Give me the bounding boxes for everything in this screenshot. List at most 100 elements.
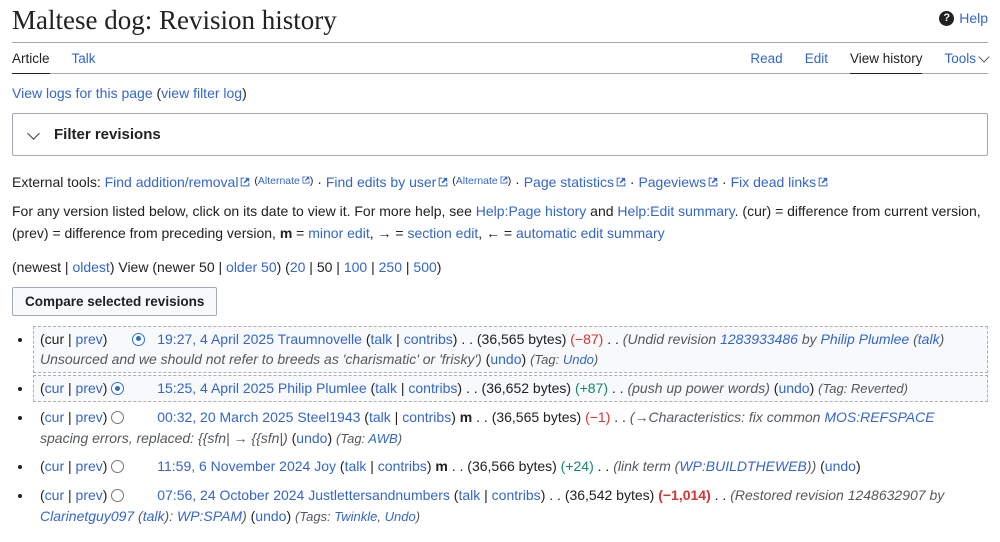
cur-link[interactable]: cur: [45, 380, 64, 396]
revision-select-radio[interactable]: [111, 410, 125, 424]
user-link[interactable]: Justlettersandnumbers: [308, 487, 450, 503]
external-link-icon: [818, 174, 828, 190]
user-contribs-link[interactable]: contribs: [492, 487, 541, 503]
inline-link[interactable]: 100: [344, 259, 367, 275]
user-link[interactable]: Traumnovelle: [278, 331, 362, 347]
paren: ): [327, 429, 333, 446]
prev-link[interactable]: prev: [76, 331, 103, 347]
tab-talk[interactable]: Talk: [72, 43, 96, 73]
inline-link[interactable]: Page statistics: [524, 174, 614, 190]
prev-link[interactable]: prev: [76, 487, 103, 503]
text-segment: →Characteristics:: [634, 408, 745, 425]
inline-link[interactable]: Help:Edit summary: [617, 203, 734, 219]
inline-link[interactable]: Undo: [563, 352, 594, 367]
text-segment: ·: [511, 174, 524, 191]
separator-dots: . .: [614, 408, 626, 425]
inline-link[interactable]: automatic edit summary: [516, 225, 665, 241]
cur-link[interactable]: cur: [45, 409, 64, 425]
inline-link[interactable]: MOS:REFSPACE: [824, 409, 934, 425]
user-talk-link[interactable]: talk: [371, 331, 393, 347]
paren: ): [540, 487, 546, 504]
tab-article[interactable]: Article: [12, 43, 50, 75]
inline-link[interactable]: WP:SPAM: [177, 508, 242, 524]
user-contribs-link[interactable]: contribs: [378, 458, 427, 474]
inline-link[interactable]: Help:Page history: [476, 203, 587, 219]
inline-link[interactable]: View logs for this page: [12, 85, 153, 101]
user-contribs-link[interactable]: contribs: [404, 331, 453, 347]
inline-link[interactable]: Find edits by user: [326, 174, 437, 190]
inline-link[interactable]: Philip Plumlee: [821, 331, 910, 347]
inline-link[interactable]: minor edit: [308, 225, 369, 241]
revision-select-radio[interactable]: [111, 489, 125, 503]
inline-link[interactable]: 500: [413, 259, 436, 275]
inline-link[interactable]: Find addition/removal: [105, 174, 239, 190]
cur-link[interactable]: cur: [45, 331, 64, 347]
inline-link[interactable]: Undo: [385, 509, 416, 524]
inline-link[interactable]: Alternate: [258, 175, 300, 187]
user-contribs-link[interactable]: contribs: [402, 409, 451, 425]
revision-date-link[interactable]: 07:56, 24 October 2024: [157, 487, 304, 503]
paren: ): [102, 487, 108, 504]
paren: ): [521, 351, 527, 368]
text-segment: fix common: [744, 408, 825, 425]
tab-view-history[interactable]: View history: [849, 43, 923, 75]
inline-link[interactable]: 1283933486: [720, 331, 798, 347]
revision-select-radio[interactable]: [111, 382, 125, 396]
inline-link[interactable]: 20: [290, 259, 306, 275]
inline-link[interactable]: AWB: [368, 431, 397, 446]
prev-link[interactable]: prev: [76, 458, 103, 474]
tab-tools[interactable]: Tools: [944, 43, 990, 73]
tab-edit[interactable]: Edit: [805, 43, 828, 73]
prev-link[interactable]: prev: [76, 380, 103, 396]
revision-date-link[interactable]: 15:25, 4 April 2025: [157, 380, 274, 396]
user-talk-link[interactable]: talk: [375, 380, 397, 396]
cur-link[interactable]: cur: [45, 458, 64, 474]
inline-link[interactable]: Pageviews: [638, 174, 706, 190]
text-segment: (link term (: [613, 458, 680, 475]
undo-link[interactable]: undo: [825, 458, 856, 474]
revision-select-radio[interactable]: [132, 332, 146, 346]
undo-link[interactable]: undo: [490, 351, 521, 367]
user-contribs-link[interactable]: contribs: [408, 380, 457, 396]
radio-slots: [111, 409, 153, 425]
filter-revisions-toggle[interactable]: Filter revisions: [12, 113, 988, 157]
pipe: |: [64, 487, 76, 504]
undo-link[interactable]: undo: [778, 380, 809, 396]
user-talk-link[interactable]: talk: [458, 487, 480, 503]
revision-select-radio[interactable]: [111, 460, 125, 474]
undo-link[interactable]: undo: [255, 508, 286, 524]
inline-link[interactable]: talk: [918, 331, 940, 347]
paren: (: [366, 380, 376, 397]
revision-date-link[interactable]: 11:59, 6 November 2024: [157, 458, 310, 474]
compare-selected-revisions-button[interactable]: Compare selected revisions: [12, 286, 218, 316]
revision-date-link[interactable]: 00:32, 20 March 2025: [157, 409, 293, 425]
separator-dots: . .: [607, 330, 619, 347]
user-link[interactable]: Steel1943: [297, 409, 360, 425]
inline-link[interactable]: Twinkle: [334, 509, 377, 524]
user-link[interactable]: Joy: [314, 458, 336, 474]
user-talk-link[interactable]: talk: [345, 458, 367, 474]
undo-link[interactable]: undo: [296, 430, 327, 446]
inline-link[interactable]: section edit: [407, 225, 478, 241]
user-link[interactable]: Philip Plumlee: [278, 380, 367, 396]
inline-link[interactable]: oldest: [72, 259, 109, 275]
help-link[interactable]: ? Help: [939, 10, 988, 26]
inline-link[interactable]: Clarinetguy097: [40, 508, 134, 524]
user-talk-link[interactable]: talk: [369, 409, 391, 425]
inline-link[interactable]: 250: [379, 259, 402, 275]
inline-link[interactable]: talk: [143, 508, 165, 524]
inline-link[interactable]: view filter log: [161, 85, 242, 101]
inline-link[interactable]: Alternate: [456, 175, 498, 187]
prev-link[interactable]: prev: [76, 409, 103, 425]
revision-date-link[interactable]: 19:27, 4 April 2025: [157, 331, 274, 347]
inline-link[interactable]: older 50: [226, 259, 277, 275]
inline-link[interactable]: WP:BUILDTHEWEB: [679, 458, 807, 474]
inline-link[interactable]: Fix dead links: [731, 174, 817, 190]
curprev-group: (cur | prev): [40, 331, 107, 347]
cur-link[interactable]: cur: [45, 487, 64, 503]
radio-slot-right: [132, 459, 153, 473]
help-label[interactable]: Help: [959, 10, 988, 26]
text-segment: m: [279, 225, 293, 242]
text-segment: (push up power words): [627, 380, 770, 397]
tab-read[interactable]: Read: [750, 43, 782, 73]
